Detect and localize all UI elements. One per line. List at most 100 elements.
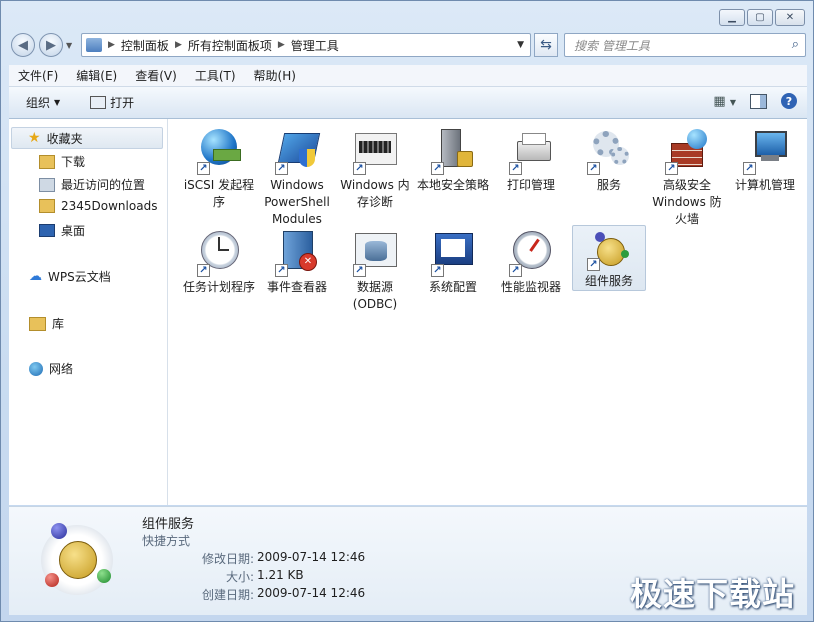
- nav-library[interactable]: 库: [29, 315, 64, 332]
- minimize-button[interactable]: ▁: [719, 9, 745, 26]
- chevron-right-icon: ▶: [277, 40, 285, 50]
- folder-icon: [39, 199, 55, 213]
- details-name: 组件服务: [142, 517, 195, 532]
- shortcut-arrow-icon: ↗: [509, 264, 522, 277]
- tile-local-security[interactable]: ↗ 本地安全策略: [416, 123, 490, 194]
- nav-wps-label: WPS云文档: [48, 270, 111, 284]
- shortcut-arrow-icon: ↗: [353, 162, 366, 175]
- nav-wps-cloud[interactable]: ☁ WPS云文档: [29, 268, 111, 285]
- size-value: 1.21 KB: [257, 568, 304, 582]
- tile-label: 系统配置: [428, 280, 477, 294]
- address-bar[interactable]: ▶ 控制面板 ▶ 所有控制面板项 ▶ 管理工具 ▼: [81, 33, 531, 57]
- view-controls: ▦ ▼ ?: [713, 93, 797, 109]
- tile-task-scheduler[interactable]: ↗ 任务计划程序: [182, 225, 256, 296]
- chevron-right-icon: ▶: [174, 40, 182, 50]
- odbc-icon: ↗: [351, 229, 399, 277]
- views-icon[interactable]: ▦ ▼: [713, 94, 736, 109]
- shortcut-arrow-icon: ↗: [275, 162, 288, 175]
- search-icon[interactable]: ⌕: [792, 37, 799, 52]
- tile-firewall[interactable]: ↗ 高级安全 Windows 防火墙: [650, 123, 724, 228]
- recent-pages-dropdown[interactable]: ▼: [66, 41, 72, 50]
- close-button[interactable]: ✕: [775, 9, 805, 26]
- created-value: 2009-07-14 12:46: [257, 586, 366, 600]
- address-dropdown-icon[interactable]: ▼: [517, 40, 524, 50]
- help-icon[interactable]: ?: [781, 93, 797, 109]
- shortcut-arrow-icon: ↗: [665, 162, 678, 175]
- menu-view[interactable]: 查看(V): [126, 67, 186, 84]
- forward-button[interactable]: ▶: [39, 33, 63, 57]
- shortcut-arrow-icon: ↗: [431, 264, 444, 277]
- tile-system-config[interactable]: ↗ 系统配置: [416, 225, 490, 296]
- chevron-right-icon: ▶: [108, 40, 115, 50]
- tile-label: 服务: [596, 178, 621, 192]
- size-label: 大小:: [225, 570, 254, 584]
- shortcut-arrow-icon: ↗: [197, 264, 210, 277]
- tile-print-management[interactable]: ↗ 打印管理: [494, 123, 568, 194]
- refresh-button[interactable]: ⇆: [534, 33, 558, 57]
- tile-label: Windows PowerShell Modules: [264, 178, 330, 226]
- desktop-icon: [39, 224, 55, 237]
- tile-label: 本地安全策略: [416, 178, 489, 192]
- tile-performance-monitor[interactable]: ↗ 性能监视器: [494, 225, 568, 296]
- task-scheduler-icon: ↗: [195, 229, 243, 277]
- tile-computer-management[interactable]: ↗ 计算机管理: [728, 123, 802, 194]
- breadcrumb-admin-tools[interactable]: 管理工具: [291, 37, 339, 54]
- tile-memory-diagnostics[interactable]: ↗ Windows 内存诊断: [338, 123, 412, 211]
- shortcut-arrow-icon: ↗: [509, 162, 522, 175]
- preview-pane-icon[interactable]: [750, 93, 767, 109]
- powershell-icon: ↗: [273, 127, 321, 175]
- firewall-icon: ↗: [663, 127, 711, 175]
- maximize-button[interactable]: ▢: [747, 9, 773, 26]
- nav-item-2345downloads[interactable]: 2345Downloads: [39, 199, 157, 213]
- tile-component-services[interactable]: ↗ 组件服务: [572, 225, 646, 291]
- print-management-icon: ↗: [507, 127, 555, 175]
- open-button[interactable]: 打开: [90, 94, 134, 111]
- tile-event-viewer[interactable]: ✕ ↗ 事件查看器: [260, 225, 334, 296]
- nav-item-desktop[interactable]: 桌面: [39, 222, 85, 239]
- back-button[interactable]: ◀: [11, 33, 35, 57]
- memory-diagnostics-icon: ↗: [351, 127, 399, 175]
- tile-odbc[interactable]: ↗ 数据源 (ODBC): [338, 225, 412, 313]
- navigation-pane: ★ 收藏夹 下载 最近访问的位置 2345Downloads 桌面 ☁ WPS云…: [9, 119, 168, 505]
- system-config-icon: ↗: [429, 229, 477, 277]
- tile-label: 高级安全 Windows 防火墙: [652, 178, 722, 226]
- search-input[interactable]: 搜索 管理工具 ⌕: [564, 33, 806, 57]
- breadcrumb-all-items[interactable]: 所有控制面板项: [188, 37, 272, 54]
- tile-powershell[interactable]: ↗ Windows PowerShell Modules: [260, 123, 334, 228]
- event-viewer-icon: ✕ ↗: [273, 229, 321, 277]
- menu-bar: 文件(F) 编辑(E) 查看(V) 工具(T) 帮助(H): [9, 65, 807, 87]
- recent-places-icon: [39, 177, 55, 192]
- nav-favorites[interactable]: ★ 收藏夹: [11, 127, 163, 149]
- menu-tools[interactable]: 工具(T): [186, 67, 245, 84]
- search-placeholder: 搜索 管理工具: [574, 38, 650, 53]
- nav-item-label: 下载: [61, 155, 86, 169]
- shortcut-arrow-icon: ↗: [353, 264, 366, 277]
- nav-item-label: 桌面: [61, 224, 86, 238]
- tile-label: 性能监视器: [500, 280, 561, 294]
- explorer-window: ▁ ▢ ✕ ◀ ▶ ▼ ▶ 控制面板 ▶ 所有控制面板项 ▶ 管理工具 ▼ ⇆ …: [0, 0, 814, 622]
- nav-item-downloads[interactable]: 下载: [39, 153, 85, 170]
- library-icon: [29, 316, 46, 331]
- nav-item-recent[interactable]: 最近访问的位置: [39, 176, 145, 193]
- tile-iscsi[interactable]: ↗ iSCSI 发起程序: [182, 123, 256, 211]
- shortcut-arrow-icon: ↗: [587, 258, 600, 271]
- services-icon: ↗: [585, 127, 633, 175]
- organize-button[interactable]: 组织 ▼: [26, 94, 60, 111]
- shortcut-arrow-icon: ↗: [743, 162, 756, 175]
- menu-file[interactable]: 文件(F): [9, 67, 67, 84]
- tile-services[interactable]: ↗ 服务: [572, 123, 646, 194]
- tile-label: 数据源 (ODBC): [352, 280, 398, 311]
- arrow-left-icon: ◀: [18, 37, 28, 53]
- menu-edit[interactable]: 编辑(E): [67, 67, 126, 84]
- menu-help[interactable]: 帮助(H): [245, 67, 305, 84]
- computer-management-icon: ↗: [741, 127, 789, 175]
- refresh-icon: ⇆: [540, 37, 552, 53]
- component-services-large-icon: [37, 519, 117, 599]
- tile-label: 组件服务: [584, 274, 633, 288]
- nav-network[interactable]: 网络: [29, 360, 73, 377]
- cloud-icon: ☁: [29, 269, 42, 284]
- tile-label: 任务计划程序: [182, 280, 255, 294]
- modified-value: 2009-07-14 12:46: [257, 550, 366, 564]
- breadcrumb-control-panel[interactable]: 控制面板: [121, 37, 169, 54]
- window-controls: ▁ ▢ ✕: [719, 9, 805, 26]
